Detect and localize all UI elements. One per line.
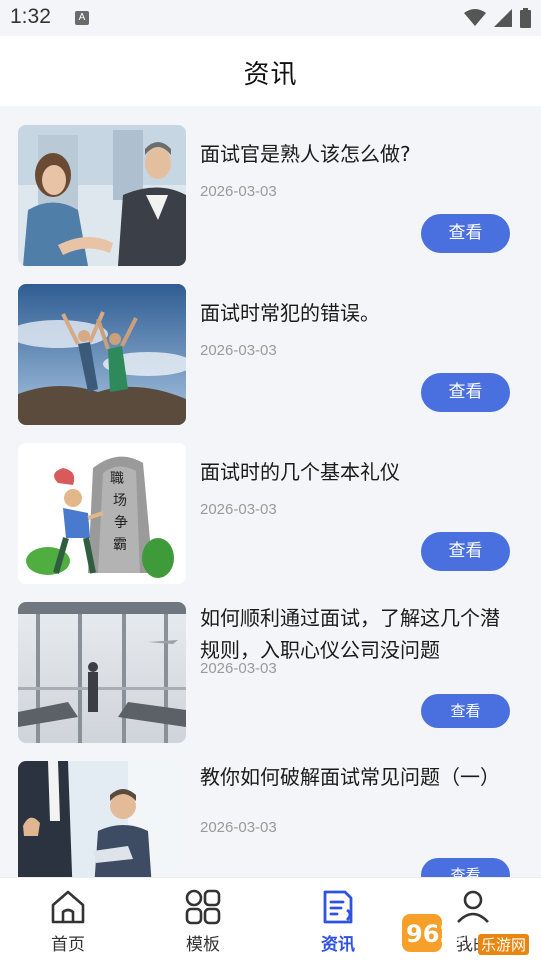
- notification-icon: A: [75, 11, 89, 25]
- article-thumbnail: [18, 602, 186, 743]
- view-button[interactable]: 查看: [421, 214, 510, 253]
- page-title: 资讯: [243, 60, 298, 90]
- tab-news[interactable]: 资讯: [288, 878, 388, 962]
- status-time: 1:32: [10, 5, 51, 28]
- wifi-icon: [464, 9, 486, 26]
- tab-label: 模板: [186, 935, 220, 955]
- view-button[interactable]: 查看: [421, 532, 510, 571]
- list-item[interactable]: 面试时常犯的错误。 2026-03-03 查看: [0, 265, 541, 425]
- svg-text:霸: 霸: [113, 537, 127, 553]
- site-watermark: 962.NET 乐游网: [402, 910, 537, 956]
- list-item[interactable]: 如何顺利通过面试，了解这几个潜规则，入职心仪公司没问题 2026-03-03 查…: [0, 583, 541, 743]
- article-date: 2026-03-03: [200, 501, 277, 518]
- article-title: 如何顺利通过面试，了解这几个潜规则，入职心仪公司没问题: [200, 606, 500, 662]
- article-thumbnail: [18, 125, 186, 266]
- svg-text:職: 職: [110, 471, 124, 487]
- news-icon: [323, 890, 353, 924]
- status-bar: 1:32 A: [0, 0, 541, 36]
- article-thumbnail: [18, 761, 186, 877]
- watermark-subtext: 乐游网: [478, 934, 530, 955]
- tab-label: 首页: [51, 935, 85, 955]
- tab-templates[interactable]: 模板: [153, 878, 253, 962]
- article-date: 2026-03-03: [200, 819, 277, 836]
- article-title: 面试时常犯的错误。: [200, 301, 380, 325]
- article-title: 面试时的几个基本礼仪: [200, 460, 400, 484]
- list-item[interactable]: 面试官是熟人该怎么做? 2026-03-03 查看: [0, 106, 541, 266]
- article-date: 2026-03-03: [200, 183, 277, 200]
- grid-icon: [185, 889, 221, 925]
- list-item[interactable]: 職 场 争 霸 面试时的几个基本礼仪 2026-03-03 查看: [0, 424, 541, 584]
- article-title: 教你如何破解面试常见问题（一）: [200, 765, 500, 789]
- view-button[interactable]: 查看: [421, 373, 510, 412]
- article-date: 2026-03-03: [200, 342, 277, 359]
- list-item[interactable]: 教你如何破解面试常见问题（一） 2026-03-03 查看: [0, 742, 541, 877]
- page-header: 资讯: [0, 36, 541, 106]
- svg-text:场: 场: [113, 493, 127, 509]
- svg-text:争: 争: [114, 515, 128, 531]
- tab-home[interactable]: 首页: [18, 878, 118, 962]
- signal-icon: [494, 9, 512, 27]
- view-button[interactable]: 查看: [421, 694, 510, 728]
- article-thumbnail: 職 场 争 霸: [18, 443, 186, 584]
- tab-label: 资讯: [321, 935, 355, 955]
- battery-icon: [520, 8, 531, 28]
- article-list[interactable]: 面试官是熟人该怎么做? 2026-03-03 查看 面试时常犯的错误。 2026…: [0, 106, 541, 877]
- article-date: 2026-03-03: [200, 660, 277, 677]
- status-icons: [464, 8, 531, 28]
- home-icon: [51, 890, 85, 924]
- article-title: 面试官是熟人该怎么做?: [200, 142, 411, 166]
- article-thumbnail: [18, 284, 186, 425]
- view-button[interactable]: 查看: [421, 858, 510, 877]
